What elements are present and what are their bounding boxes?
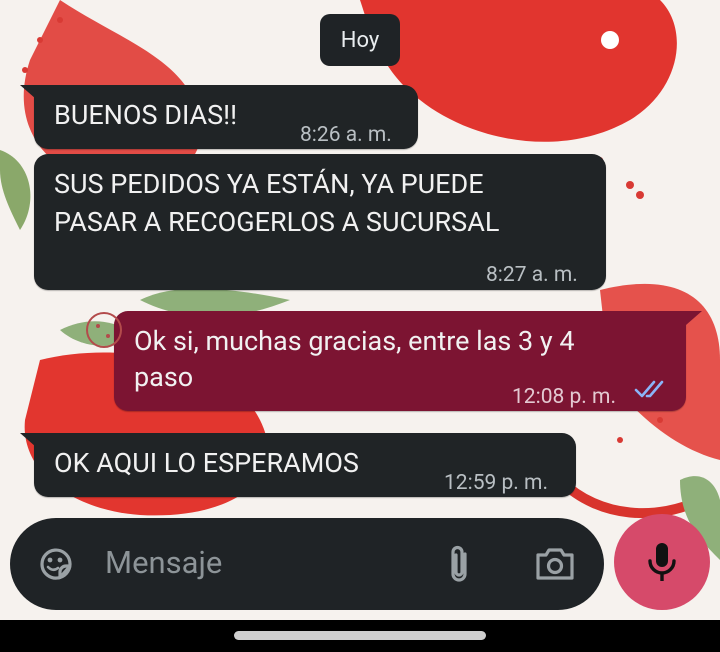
message-bubble-incoming[interactable]: BUENOS DIAS!! 8:26 a. m. <box>34 85 418 149</box>
message-composer[interactable]: Mensaje <box>10 518 604 610</box>
message-bubble-incoming[interactable]: SUS PEDIDOS YA ESTÁN, YA PUEDE PASAR A R… <box>34 154 606 290</box>
date-chip: Hoy <box>320 14 400 66</box>
message-text-line: PASAR A RECOGERLOS A SUCURSAL <box>54 206 500 238</box>
message-text-line: paso <box>134 361 194 393</box>
message-bubble-outgoing[interactable]: Ok si, muchas gracias, entre las 3 y 4 p… <box>114 311 686 411</box>
sticker-icon[interactable] <box>36 544 76 584</box>
message-time: 8:27 a. m. <box>486 263 578 287</box>
camera-icon[interactable] <box>534 546 576 582</box>
message-time: 12:59 p. m. <box>444 471 548 495</box>
paperclip-icon[interactable] <box>446 542 472 586</box>
date-chip-label: Hoy <box>340 27 380 53</box>
message-input-placeholder[interactable]: Mensaje <box>105 544 222 581</box>
gesture-handle[interactable] <box>234 631 486 640</box>
message-time: 8:26 a. m. <box>300 123 392 147</box>
decorative-berry-icon <box>86 312 122 348</box>
message-text-line: Ok si, muchas gracias, entre las 3 y 4 <box>134 325 575 357</box>
message-text: BUENOS DIAS!! <box>54 99 238 131</box>
message-time: 12:08 p. m. <box>512 385 616 409</box>
bubble-tail <box>20 433 36 447</box>
double-check-icon <box>634 380 664 398</box>
bubble-tail <box>686 311 702 325</box>
message-text: OK AQUI LO ESPERAMOS <box>54 447 359 479</box>
message-text-line: SUS PEDIDOS YA ESTÁN, YA PUEDE <box>54 168 484 200</box>
message-bubble-incoming[interactable]: OK AQUI LO ESPERAMOS 12:59 p. m. <box>34 433 576 497</box>
voice-message-button[interactable] <box>614 514 710 610</box>
bubble-tail <box>20 85 36 99</box>
microphone-icon <box>648 543 676 581</box>
